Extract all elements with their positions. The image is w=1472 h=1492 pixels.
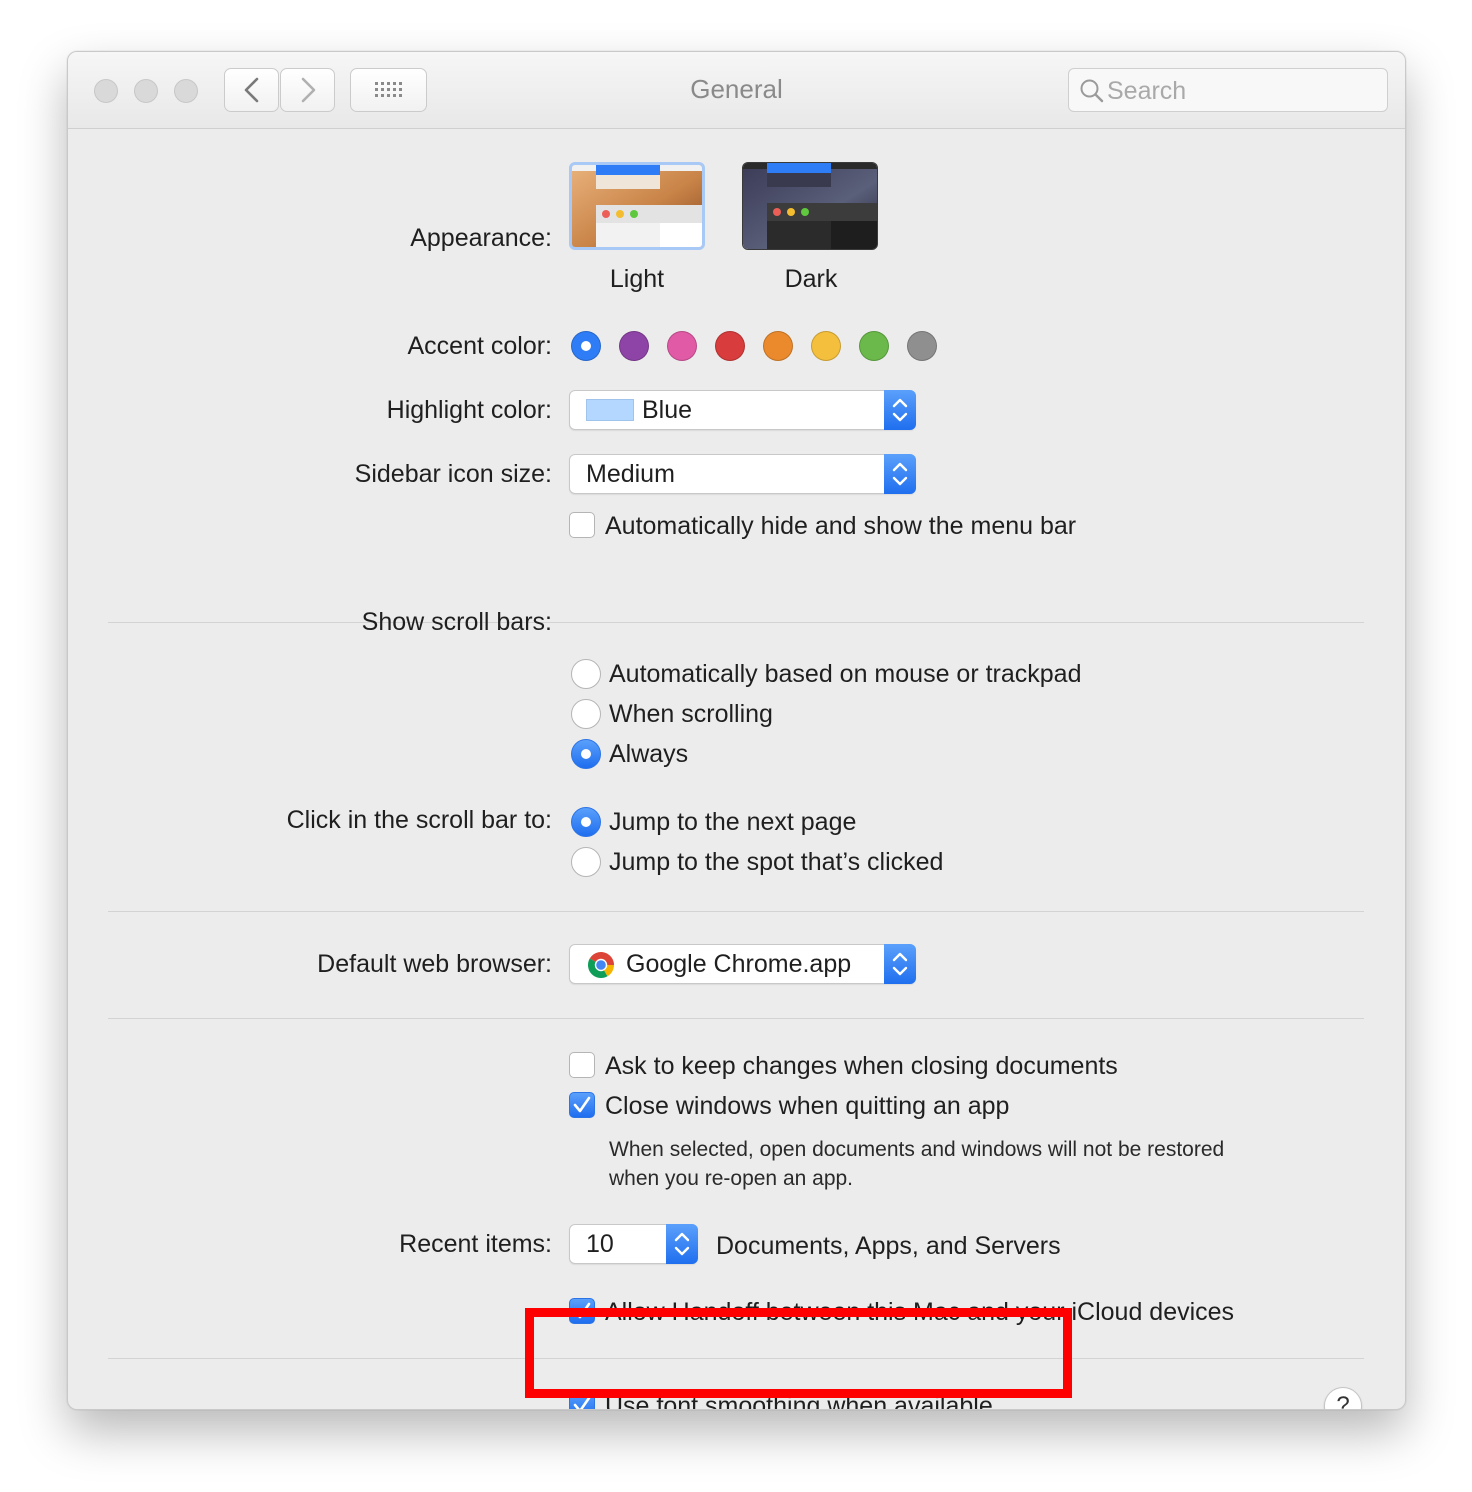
dark-appearance-thumbnail — [743, 163, 877, 249]
chrome-icon — [587, 951, 614, 979]
search-placeholder: Search — [1107, 77, 1187, 105]
click-scroll-bar-label: Click in the scroll bar to: — [286, 806, 552, 834]
scroll-bars-when-scrolling-label: When scrolling — [609, 700, 773, 728]
checkmark-icon — [573, 1096, 591, 1113]
sidebar-icon-size-value: Medium — [586, 460, 675, 488]
help-button[interactable]: ? — [1324, 1387, 1362, 1409]
close-windows-label: Close windows when quitting an app — [605, 1092, 1010, 1120]
updown-chevron-icon — [892, 952, 908, 976]
recent-items-popup[interactable]: 10 — [569, 1224, 698, 1264]
jump-next-page-radio[interactable] — [571, 807, 601, 837]
annotation-highlight-box — [525, 1308, 1072, 1398]
section-divider — [108, 911, 1364, 912]
highlight-color-value: Blue — [642, 396, 693, 424]
default-browser-value: Google Chrome.app — [626, 950, 852, 978]
accent-color-swatch[interactable] — [667, 331, 697, 361]
sidebar-icon-size-stepper[interactable] — [884, 454, 916, 494]
accent-color-swatch[interactable] — [763, 331, 793, 361]
accent-color-swatch[interactable] — [811, 331, 841, 361]
title-bar: General Search — [68, 52, 1405, 129]
updown-chevron-icon — [674, 1232, 690, 1256]
sidebar-icon-size-label: Sidebar icon size: — [354, 460, 552, 488]
sidebar-icon-size-popup[interactable]: Medium — [569, 454, 916, 494]
general-pane: Appearance: Light Dark Accent color: Hig… — [68, 129, 1405, 1409]
show-scroll-bars-label: Show scroll bars: — [361, 608, 552, 636]
default-browser-stepper[interactable] — [884, 944, 916, 984]
accent-color-swatch[interactable] — [619, 331, 649, 361]
auto-hide-menu-bar-checkbox[interactable] — [569, 512, 595, 538]
recent-items-stepper[interactable] — [666, 1224, 698, 1264]
ask-keep-changes-label: Ask to keep changes when closing documen… — [605, 1052, 1118, 1080]
auto-hide-menu-bar-label: Automatically hide and show the menu bar — [605, 512, 1077, 540]
light-appearance-thumbnail — [572, 165, 702, 247]
appearance-light-option[interactable] — [569, 162, 705, 250]
updown-chevron-icon — [892, 398, 908, 422]
close-windows-note-line2: when you re-open an app. — [609, 1167, 854, 1190]
search-icon — [1080, 79, 1104, 103]
scroll-bars-always-radio[interactable] — [571, 739, 601, 769]
jump-to-spot-radio[interactable] — [571, 847, 601, 877]
highlight-color-popup[interactable]: Blue — [569, 390, 916, 430]
scroll-bars-always-label: Always — [609, 740, 689, 768]
close-windows-checkbox[interactable] — [569, 1092, 595, 1118]
accent-color-swatch[interactable] — [907, 331, 937, 361]
default-browser-popup[interactable]: Google Chrome.app — [569, 944, 916, 984]
highlight-color-stepper[interactable] — [884, 390, 916, 430]
appearance-dark-label: Dark — [784, 265, 838, 293]
section-divider — [108, 1018, 1364, 1019]
recent-items-suffix: Documents, Apps, and Servers — [716, 1232, 1061, 1260]
recent-items-value: 10 — [586, 1230, 614, 1258]
accent-color-label: Accent color: — [407, 332, 552, 360]
accent-color-swatch[interactable] — [571, 331, 601, 361]
jump-next-page-label: Jump to the next page — [609, 808, 857, 836]
accent-color-swatch[interactable] — [859, 331, 889, 361]
search-field[interactable]: Search — [1068, 68, 1388, 112]
scroll-bars-automatic-label: Automatically based on mouse or trackpad — [609, 660, 1082, 688]
section-divider — [108, 622, 1364, 623]
highlight-color-label: Highlight color: — [386, 396, 552, 424]
updown-chevron-icon — [892, 462, 908, 486]
preferences-window: General Search Appearance: Light Dark Ac… — [67, 51, 1406, 1410]
scroll-bars-automatic-radio[interactable] — [571, 659, 601, 689]
close-windows-note-line1: When selected, open documents and window… — [609, 1138, 1225, 1161]
ask-keep-changes-checkbox[interactable] — [569, 1052, 595, 1078]
scroll-bars-when-scrolling-radio[interactable] — [571, 699, 601, 729]
highlight-color-swatch — [586, 399, 634, 421]
appearance-dark-option[interactable] — [742, 162, 878, 250]
appearance-label: Appearance: — [410, 224, 552, 252]
default-browser-label: Default web browser: — [317, 950, 552, 978]
jump-to-spot-label: Jump to the spot that’s clicked — [609, 848, 944, 876]
accent-selected-dot — [581, 341, 591, 351]
appearance-light-label: Light — [609, 265, 665, 293]
recent-items-label: Recent items: — [399, 1230, 552, 1258]
accent-color-swatch[interactable] — [715, 331, 745, 361]
